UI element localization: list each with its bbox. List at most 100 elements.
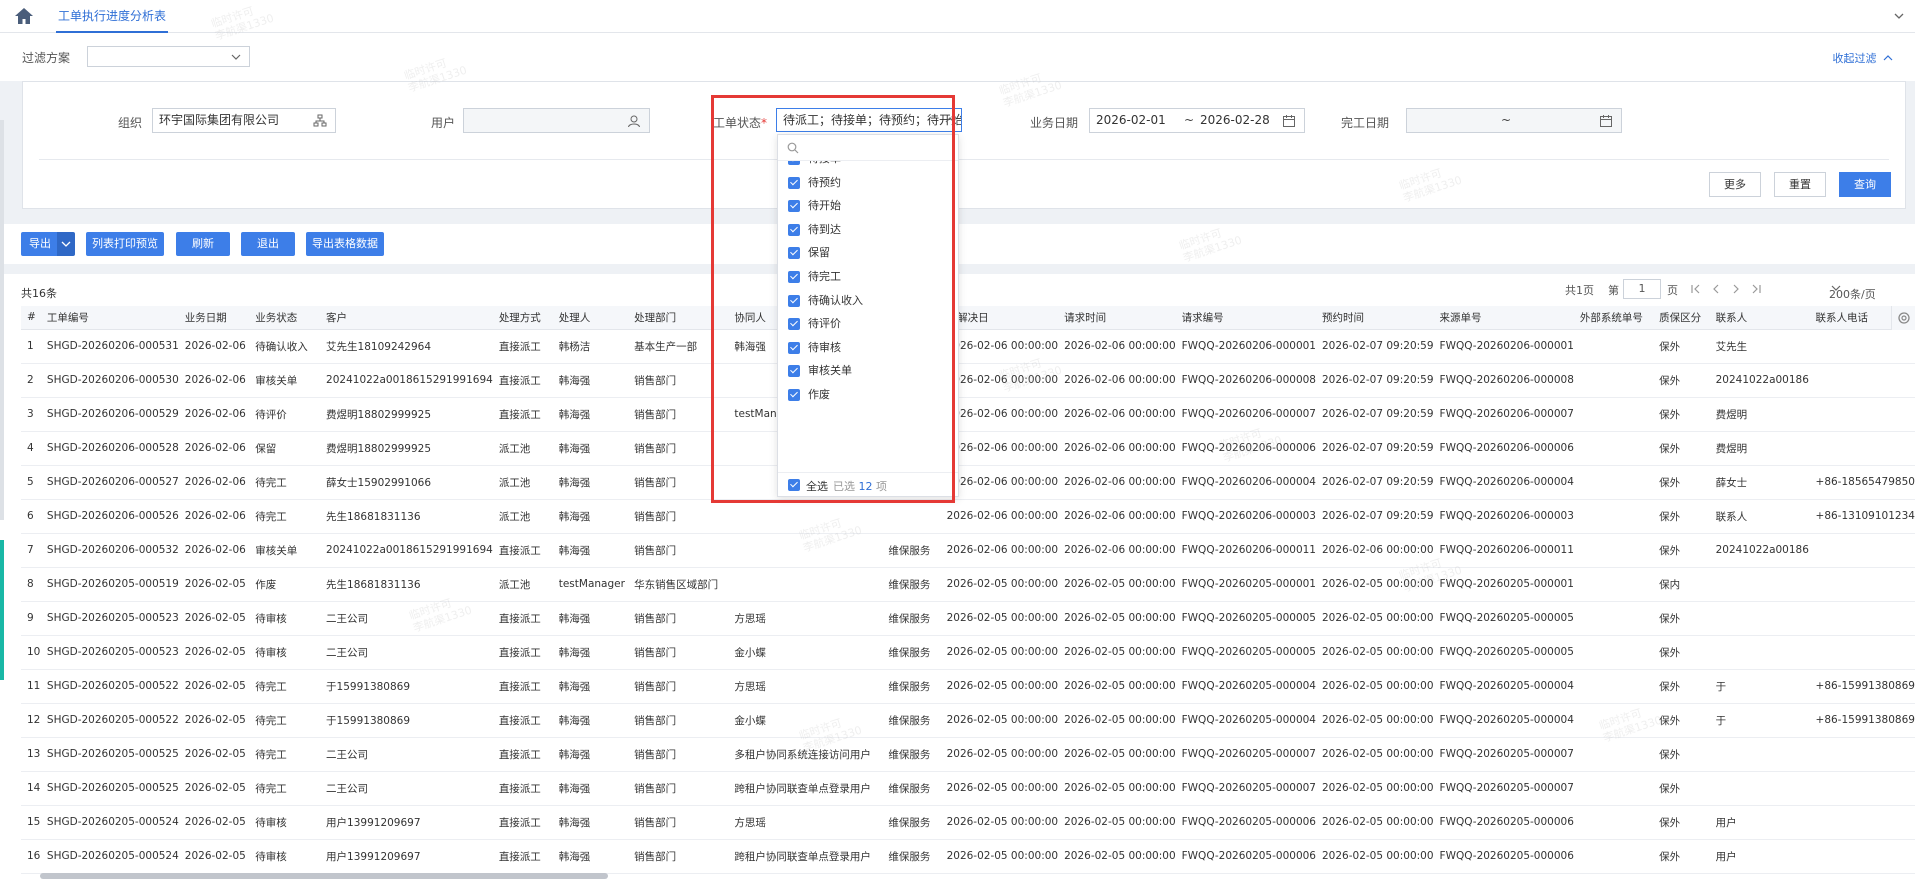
table-cell: 保外 [1653,635,1710,670]
page-size-select[interactable]: 200条/页 [1829,282,1876,301]
table-row[interactable]: 3 SHGD-20260206-000529 2026-02-06 待评价 费煜明188… [21,397,1915,432]
table-row[interactable]: 13 SHGD-20260205-000525 2026-02-05 待完工 二王公司直… [21,737,1915,772]
export-button[interactable]: 导出 [21,232,59,256]
column-header[interactable]: 预约时间 [1316,306,1434,330]
tab-progress-report[interactable]: 工单执行进度分析表 [56,0,169,33]
next-page-icon[interactable] [1730,283,1742,295]
table-cell: 保外 [1653,805,1710,840]
column-settings[interactable] [1891,306,1915,330]
query-button[interactable]: 查询 [1839,172,1891,197]
column-header[interactable]: 客户 [320,306,493,330]
calendar-icon[interactable] [1599,114,1613,128]
page-number-input[interactable]: 1 [1623,279,1661,299]
column-header[interactable]: 业务状态 [249,306,321,330]
left-scrollbar[interactable] [0,120,4,520]
horizontal-scrollbar[interactable] [40,873,608,879]
results-table: # 工单编号 业务日期 业务状态 客户 处理方式 处理人 处理部门 协同人 期解决日 请求时间 请求编… [21,306,1915,874]
table-row[interactable]: 10 SHGD-20260205-000523 2026-02-05 待审核 二王公司直… [21,635,1915,670]
exit-button[interactable]: 退出 [241,232,295,256]
prev-page-icon[interactable] [1710,283,1722,295]
table-row[interactable]: 5 SHGD-20260206-000527 2026-02-06 待完工 薛女士159… [21,465,1915,500]
checkbox[interactable] [788,365,800,378]
refresh-button[interactable]: 刷新 [176,232,230,256]
table-row[interactable]: 14 SHGD-20260205-000525 2026-02-05 待完工 二王公司直… [21,771,1915,806]
table-cell: 费煜明 [1709,397,1810,432]
home-icon[interactable] [14,7,34,25]
calendar-icon[interactable] [1282,114,1296,128]
table-cell: 2026-02-06 00:00:00 [1058,431,1176,466]
table-cell: 2026-02-05 00:00:00 [1316,805,1434,840]
status-search[interactable] [778,135,958,161]
column-header[interactable]: 来源单号 [1433,306,1574,330]
checkbox[interactable] [788,389,800,401]
collapse-filter-link[interactable]: 收起过滤 [1833,50,1894,66]
table-row[interactable]: 11 SHGD-20260205-000522 2026-02-05 待完工 于1599… [21,669,1915,704]
table-cell: 2026-02-05 00:00:00 [1316,737,1434,772]
org-input[interactable]: 环宇国际集团有限公司 [152,108,336,133]
table-row[interactable]: 9 SHGD-20260205-000523 2026-02-05 待审核 二王公司 直接… [21,601,1915,636]
table-row[interactable]: 15 SHGD-20260205-000524 2026-02-05 待审核 用户139… [21,805,1915,840]
column-header[interactable]: 处理方式 [492,306,553,330]
status-label: 工单状态* [713,114,767,131]
table-cell: FWQQ-20260205-000004 [1433,669,1574,704]
table-cell: 2026-02-05 [178,737,250,772]
checkbox[interactable] [788,176,800,189]
column-header[interactable]: 工单编号 [40,306,179,330]
select-all-checkbox[interactable] [788,479,800,491]
table-cell: 销售部门 [628,669,729,704]
checkbox[interactable] [788,318,800,331]
table-cell: 待完工 [249,669,321,704]
table-row[interactable]: 6 SHGD-20260206-000526 2026-02-06 待完工 先生1868… [21,499,1915,534]
select-all-label[interactable]: 全选 [806,478,828,494]
table-cell: 5 [21,465,41,500]
checkbox[interactable] [788,200,800,213]
print-preview-button[interactable]: 列表打印预览 [86,232,164,256]
table-row[interactable]: 7 SHGD-20260206-000532 2026-02-06 审核关单 20241… [21,533,1915,568]
table-cell: 艾先生 [1709,329,1810,364]
table-cell: 韩杨洁 [552,329,629,364]
column-header[interactable]: 联系人 [1709,306,1810,330]
table-cell: 维保服务 [882,839,941,874]
checkbox[interactable] [788,294,800,307]
checkbox[interactable] [788,271,800,283]
table-row[interactable]: 12 SHGD-20260205-000522 2026-02-05 待完工 于1599… [21,703,1915,738]
biz-date-range[interactable]: 2026-02-01 ~ 2026-02-28 [1089,108,1305,133]
user-icon[interactable] [627,114,641,128]
last-page-icon[interactable] [1750,283,1762,295]
finish-date-range[interactable]: ~ [1406,108,1622,133]
column-header[interactable]: 请求时间 [1058,306,1176,330]
table-cell: 韩海强 [552,397,629,432]
table-row[interactable]: 1 SHGD-20260206-000531 2026-02-06 待确认收入 艾先生1… [21,329,1915,364]
column-header[interactable]: 业务日期 [178,306,250,330]
table-cell: 销售部门 [628,499,729,534]
more-button[interactable]: 更多 [1709,172,1761,197]
status-select[interactable]: 待派工；待接单；待预约；待开始 [776,108,962,132]
checkbox[interactable] [788,341,800,354]
first-page-icon[interactable] [1690,283,1702,295]
column-header[interactable]: 质保区分 [1653,306,1710,330]
chevron-down-icon[interactable] [1893,10,1905,22]
filter-scheme-select[interactable] [87,46,250,67]
column-header[interactable]: 处理部门 [628,306,729,330]
status-dropdown-footer: 全选 已选 12 项 [778,472,958,496]
user-input[interactable] [463,108,650,133]
checkbox[interactable] [788,223,800,236]
org-tree-icon[interactable] [313,114,327,128]
export-dropdown-toggle[interactable] [57,232,75,256]
table-row[interactable]: 8 SHGD-20260205-000519 2026-02-05 作废 先生18681… [21,567,1915,602]
checkbox[interactable] [788,247,800,260]
checkbox[interactable] [788,161,800,165]
table-cell: 14 [21,771,41,806]
column-header[interactable]: 处理人 [552,306,629,330]
reset-button[interactable]: 重置 [1774,172,1826,197]
table-cell: 于15991380869 [320,669,493,704]
column-header[interactable]: 外部系统单号 [1573,306,1654,330]
table-row[interactable]: 2 SHGD-20260206-000530 2026-02-06 审核关单 20241… [21,363,1915,398]
table-cell: 2026-02-05 00:00:00 [940,567,1059,602]
column-header[interactable]: # [21,306,41,330]
export-table-data-button[interactable]: 导出表格数据 [306,232,384,256]
column-header[interactable]: 请求编号 [1175,306,1316,330]
table-cell: 审核关单 [249,363,321,398]
table-row[interactable]: 4 SHGD-20260206-000528 2026-02-06 保留 费煜明1880… [21,431,1915,466]
table-row[interactable]: 16 SHGD-20260205-000524 2026-02-05 待审核 用户139… [21,839,1915,874]
